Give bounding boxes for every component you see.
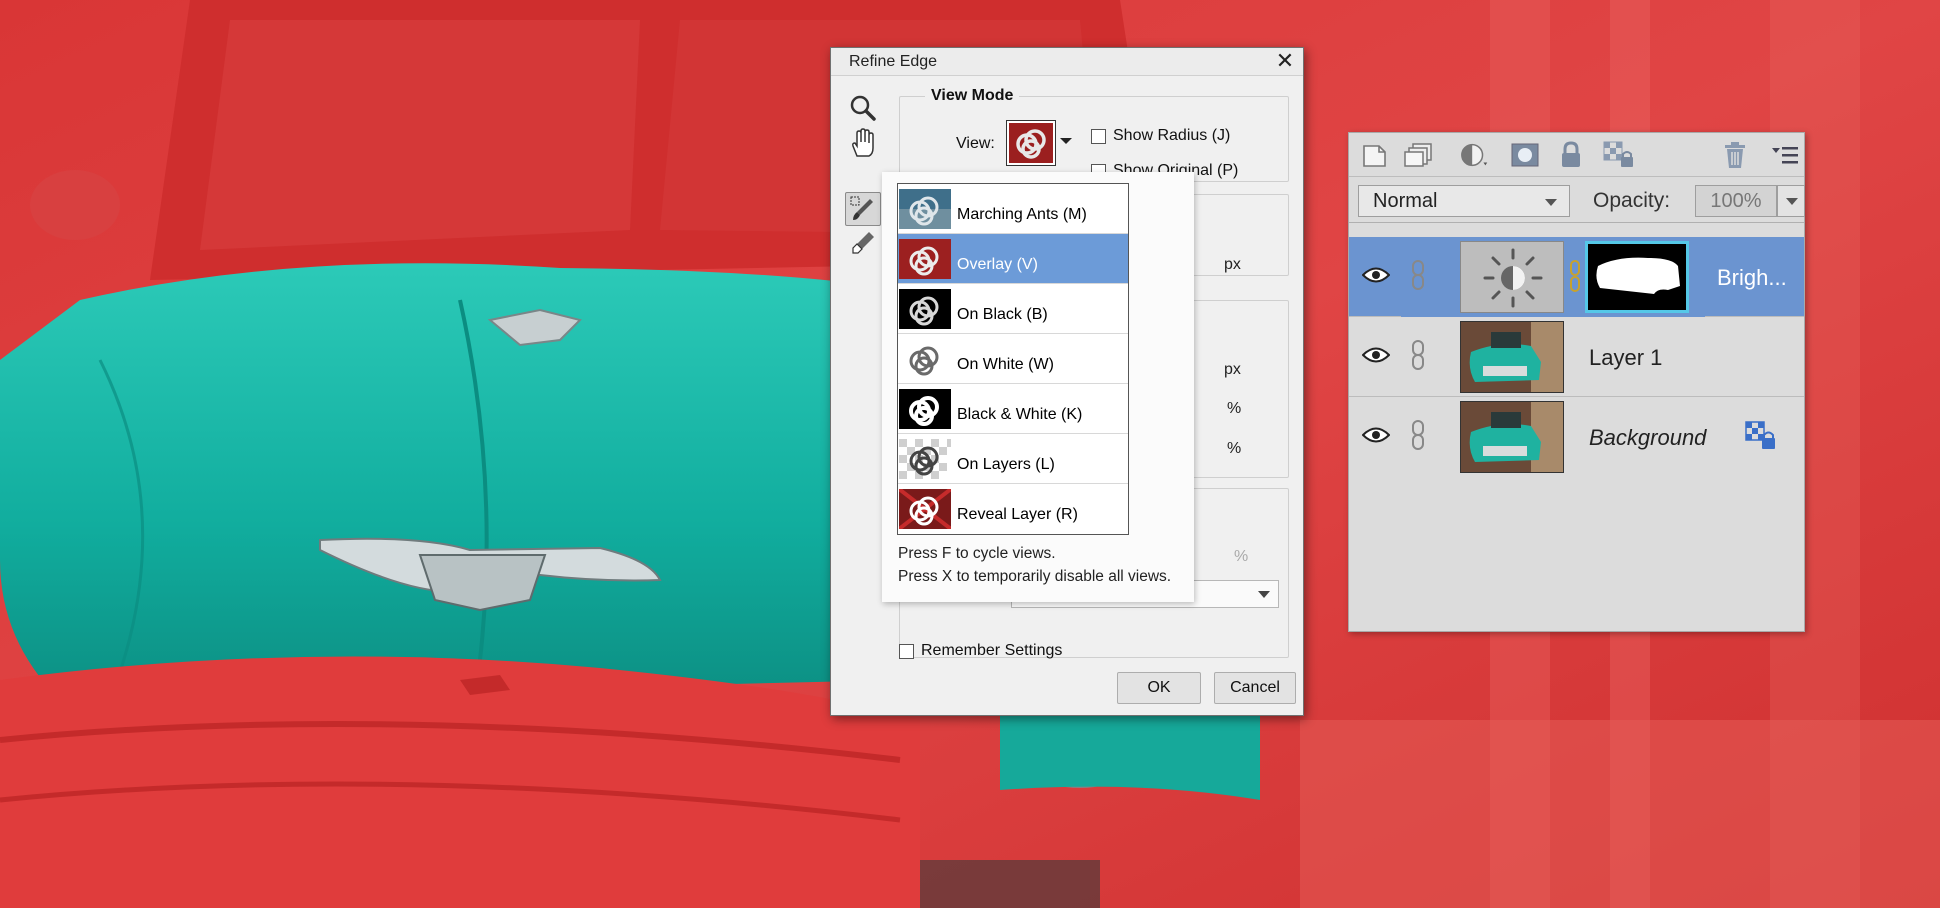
- opacity-dropdown-button[interactable]: [1777, 185, 1805, 217]
- layer-row-layer-1[interactable]: Layer 1: [1349, 317, 1804, 397]
- view-item-reveal-layer[interactable]: Reveal Layer (R): [898, 484, 1128, 534]
- new-layer-icon[interactable]: [1359, 140, 1391, 170]
- eye-visibility-icon[interactable]: [1361, 343, 1391, 367]
- checkbox-box[interactable]: [899, 643, 914, 659]
- overlay-view-thumb-icon: [1009, 123, 1053, 163]
- view-item-label: Reveal Layer (R): [957, 506, 1078, 523]
- view-item-on-black[interactable]: On Black (B): [898, 284, 1128, 334]
- view-item-label: On Layers (L): [957, 455, 1055, 473]
- disable-views-hint: Press X to temporarily disable all views…: [898, 568, 1172, 585]
- opacity-label: Opacity:: [1593, 189, 1671, 212]
- view-item-label: Overlay (V): [957, 255, 1038, 273]
- on-layers-thumb-icon: [899, 438, 951, 479]
- close-icon[interactable]: ✕: [1273, 49, 1297, 73]
- overlay-thumb-icon: [899, 238, 951, 279]
- opacity-input[interactable]: 100%: [1695, 185, 1777, 217]
- on-black-thumb-icon: [899, 288, 951, 329]
- chevron-down-icon[interactable]: [1545, 199, 1557, 206]
- brightness-adjustment-icon: [1460, 241, 1564, 313]
- decontaminate-unit: %: [1234, 548, 1249, 565]
- layer-1-thumbnail: [1460, 321, 1564, 393]
- chevron-down-icon: [1786, 198, 1798, 205]
- layers-toolbar: [1349, 133, 1804, 177]
- layers-panel: Normal Opacity: 100% Brigh... Layer 1 Ba…: [1348, 132, 1805, 632]
- checkbox-box[interactable]: [1091, 128, 1106, 144]
- hand-tool-icon[interactable]: [845, 126, 881, 160]
- blend-mode-value: Normal: [1373, 190, 1438, 212]
- marching-ants-thumb-icon: [899, 188, 951, 229]
- feather-unit: %: [1227, 400, 1242, 417]
- eye-visibility-icon[interactable]: [1361, 423, 1391, 447]
- view-item-label: Black & White (K): [957, 405, 1083, 423]
- blend-mode-select[interactable]: Normal: [1358, 185, 1570, 217]
- layer-mask-icon[interactable]: [1509, 140, 1541, 170]
- remember-settings-label: Remember Settings: [921, 642, 1063, 659]
- view-item-on-white[interactable]: On White (W): [898, 334, 1128, 384]
- chevron-down-icon[interactable]: [1060, 138, 1072, 144]
- smooth-unit: px: [1224, 361, 1241, 378]
- view-mode-legend: View Mode: [925, 87, 1020, 105]
- view-item-black-white[interactable]: Black & White (K): [898, 384, 1128, 434]
- view-item-label: On White (W): [957, 355, 1054, 373]
- radius-unit: px: [1224, 256, 1241, 273]
- chevron-down-icon[interactable]: [1258, 591, 1270, 598]
- panel-menu-icon[interactable]: [1769, 140, 1801, 170]
- on-white-thumb-icon: [899, 338, 951, 379]
- show-radius-label: Show Radius (J): [1113, 127, 1231, 144]
- new-group-icon[interactable]: [1403, 140, 1435, 170]
- view-mode-popup: Marching Ants (M) Overlay (V) On Black (…: [882, 172, 1194, 602]
- link-icon[interactable]: [1410, 339, 1426, 371]
- ok-button[interactable]: OK: [1117, 672, 1201, 704]
- link-icon[interactable]: [1410, 419, 1426, 451]
- background-thumbnail: [1460, 401, 1564, 473]
- layer-row-brightness[interactable]: Brigh...: [1349, 237, 1804, 317]
- dialog-titlebar[interactable]: Refine Edge ✕: [831, 48, 1303, 76]
- view-mode-swatch-button[interactable]: [1006, 120, 1056, 166]
- layer-mask-thumbnail[interactable]: [1585, 241, 1689, 313]
- view-item-marching-ants[interactable]: Marching Ants (M): [898, 184, 1128, 234]
- layer-name[interactable]: Brigh...: [1717, 265, 1787, 291]
- show-radius-checkbox[interactable]: Show Radius (J): [1091, 127, 1230, 145]
- view-item-label: Marching Ants (M): [957, 205, 1087, 223]
- lock-transparency-icon[interactable]: [1603, 140, 1635, 170]
- transparency-lock-icon[interactable]: [1745, 421, 1777, 456]
- view-item-overlay[interactable]: Overlay (V): [898, 234, 1128, 284]
- mask-link-icon[interactable]: [1569, 259, 1581, 298]
- cancel-button[interactable]: Cancel: [1214, 672, 1296, 704]
- refine-radius-brush-icon[interactable]: [845, 192, 881, 226]
- view-mode-list: Marching Ants (M) Overlay (V) On Black (…: [897, 183, 1129, 535]
- blend-opacity-row: Normal Opacity: 100%: [1349, 177, 1805, 223]
- cycle-views-hint: Press F to cycle views.: [898, 545, 1056, 562]
- reveal-layer-thumb-icon: [899, 489, 951, 529]
- dialog-title: Refine Edge: [849, 53, 938, 70]
- contrast-unit: %: [1227, 440, 1242, 457]
- view-label: View:: [956, 135, 995, 152]
- trash-icon[interactable]: [1719, 140, 1751, 170]
- eye-visibility-icon[interactable]: [1361, 263, 1391, 287]
- view-item-on-layers[interactable]: On Layers (L): [898, 434, 1128, 484]
- adjustment-layer-icon[interactable]: [1459, 140, 1491, 170]
- link-icon[interactable]: [1410, 259, 1426, 291]
- layer-name[interactable]: Layer 1: [1589, 345, 1662, 371]
- remember-settings-checkbox[interactable]: Remember Settings: [899, 642, 1062, 660]
- erase-refinements-icon[interactable]: [845, 226, 881, 260]
- view-item-label: On Black (B): [957, 305, 1048, 323]
- zoom-tool-icon[interactable]: [845, 91, 881, 125]
- lock-all-icon[interactable]: [1555, 140, 1587, 170]
- layer-row-background[interactable]: Background: [1349, 397, 1804, 477]
- layer-name[interactable]: Background: [1589, 425, 1706, 451]
- black-white-thumb-icon: [899, 388, 951, 429]
